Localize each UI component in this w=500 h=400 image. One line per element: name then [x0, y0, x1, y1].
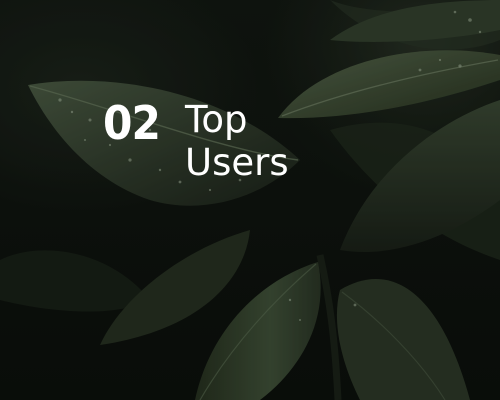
section-heading: 02 Top Users	[103, 96, 289, 184]
hero-card: 02 Top Users	[0, 0, 500, 400]
section-title-line-1: Top	[185, 98, 248, 141]
section-title: Top Users	[185, 98, 289, 184]
section-title-line-2: Users	[185, 141, 289, 184]
leaves-background-image	[0, 0, 500, 400]
section-number: 02	[103, 96, 161, 150]
